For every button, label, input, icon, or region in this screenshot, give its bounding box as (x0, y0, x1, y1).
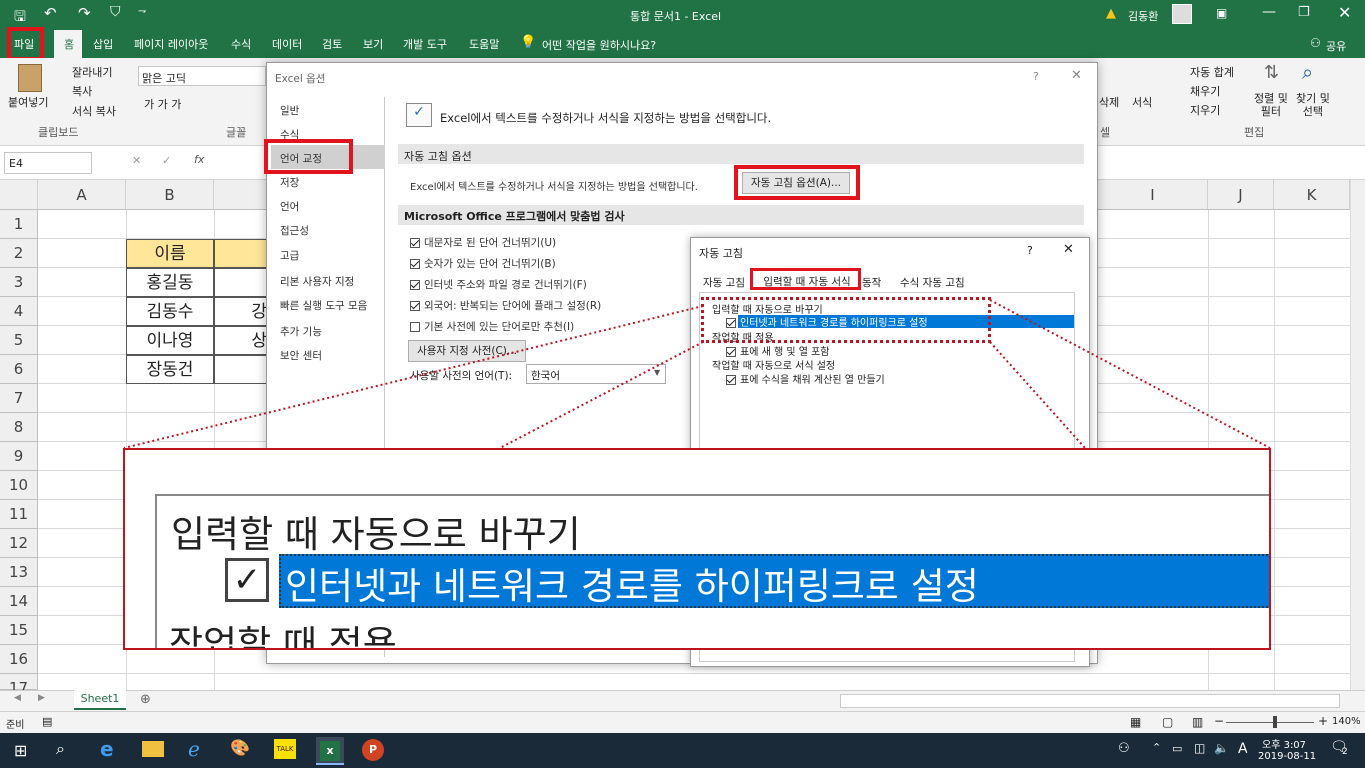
taskbar: ⊞ ⌕ e ℯ 🎨 TALK x P ⚇ ⌃ ▭ ◫ 🔈 A 오후 3:07 2… (0, 733, 1365, 768)
sheet-next-icon[interactable]: ▶ (38, 693, 45, 703)
zoom-slider[interactable] (1226, 722, 1314, 723)
callout-line-3 (989, 299, 1271, 449)
sheet-tab-sheet1[interactable]: Sheet1 (74, 690, 126, 710)
status-ready: 준비 (6, 720, 25, 731)
callout-line-1 (123, 305, 704, 449)
zoom-slider-thumb[interactable] (1273, 716, 1277, 728)
sheet-prev-icon[interactable]: ◀ (14, 693, 21, 703)
battery-icon[interactable]: ▭ (1172, 742, 1182, 755)
zoom-checkbox: ✓ (225, 558, 269, 602)
macro-record-icon[interactable]: ▤ (42, 715, 52, 728)
ime-indicator[interactable]: A (1238, 741, 1248, 757)
file-explorer-icon[interactable] (142, 741, 164, 757)
search-icon[interactable]: ⌕ (56, 739, 65, 759)
new-sheet-icon[interactable]: ⊕ (140, 692, 151, 707)
zoom-level[interactable]: 140% (1332, 716, 1361, 727)
horizontal-scrollbar[interactable] (840, 694, 1340, 708)
ie-icon[interactable]: ℯ (188, 737, 200, 761)
zoom-in-icon[interactable]: + (1318, 714, 1328, 728)
network-icon[interactable]: ◫ (1194, 741, 1205, 755)
windows-start-icon[interactable]: ⊞ (14, 741, 27, 760)
volume-icon[interactable]: 🔈 (1214, 741, 1229, 755)
paint-icon[interactable]: 🎨 (230, 738, 250, 757)
edge-icon[interactable]: e (100, 737, 114, 761)
page-break-view-icon[interactable]: ▥ (1192, 715, 1203, 729)
clock-date[interactable]: 2019-08-11 (1258, 751, 1316, 762)
status-bar: 준비 ▤ ▦ ▢ ▥ − + 140% (0, 711, 1365, 733)
tray-chevron-icon[interactable]: ⌃ (1152, 741, 1161, 754)
people-icon[interactable]: ⚇ (1118, 741, 1130, 756)
zoom-group-replace: 입력할 때 자동으로 바꾸기 (171, 513, 581, 556)
tab-home[interactable]: 홈 (64, 36, 74, 52)
vertical-scrollbar[interactable] (1350, 180, 1365, 690)
zoom-panel: 입력할 때 자동으로 바꾸기 ✓ 인터넷과 네트워크 경로를 하이퍼링크로 설정… (123, 448, 1271, 650)
zoom-hyperlink-label: 인터넷과 네트워크 경로를 하이퍼링크로 설정 (285, 565, 979, 608)
callout-line-2 (499, 341, 704, 449)
normal-view-icon[interactable]: ▦ (1130, 715, 1141, 729)
clock-time[interactable]: 오후 3:07 (1262, 736, 1306, 751)
excel-taskbar-icon[interactable]: x (316, 737, 344, 765)
page-layout-view-icon[interactable]: ▢ (1162, 715, 1173, 729)
powerpoint-icon[interactable]: P (362, 739, 384, 761)
zoom-callout-lines (123, 299, 1271, 449)
zoom-out-icon[interactable]: − (1214, 714, 1224, 728)
notification-count: 2 (1342, 747, 1348, 757)
kakaotalk-icon[interactable]: TALK (274, 739, 296, 759)
zoom-group-apply: 작업할 때 적용 (169, 623, 397, 650)
callout-line-4 (989, 341, 1086, 449)
